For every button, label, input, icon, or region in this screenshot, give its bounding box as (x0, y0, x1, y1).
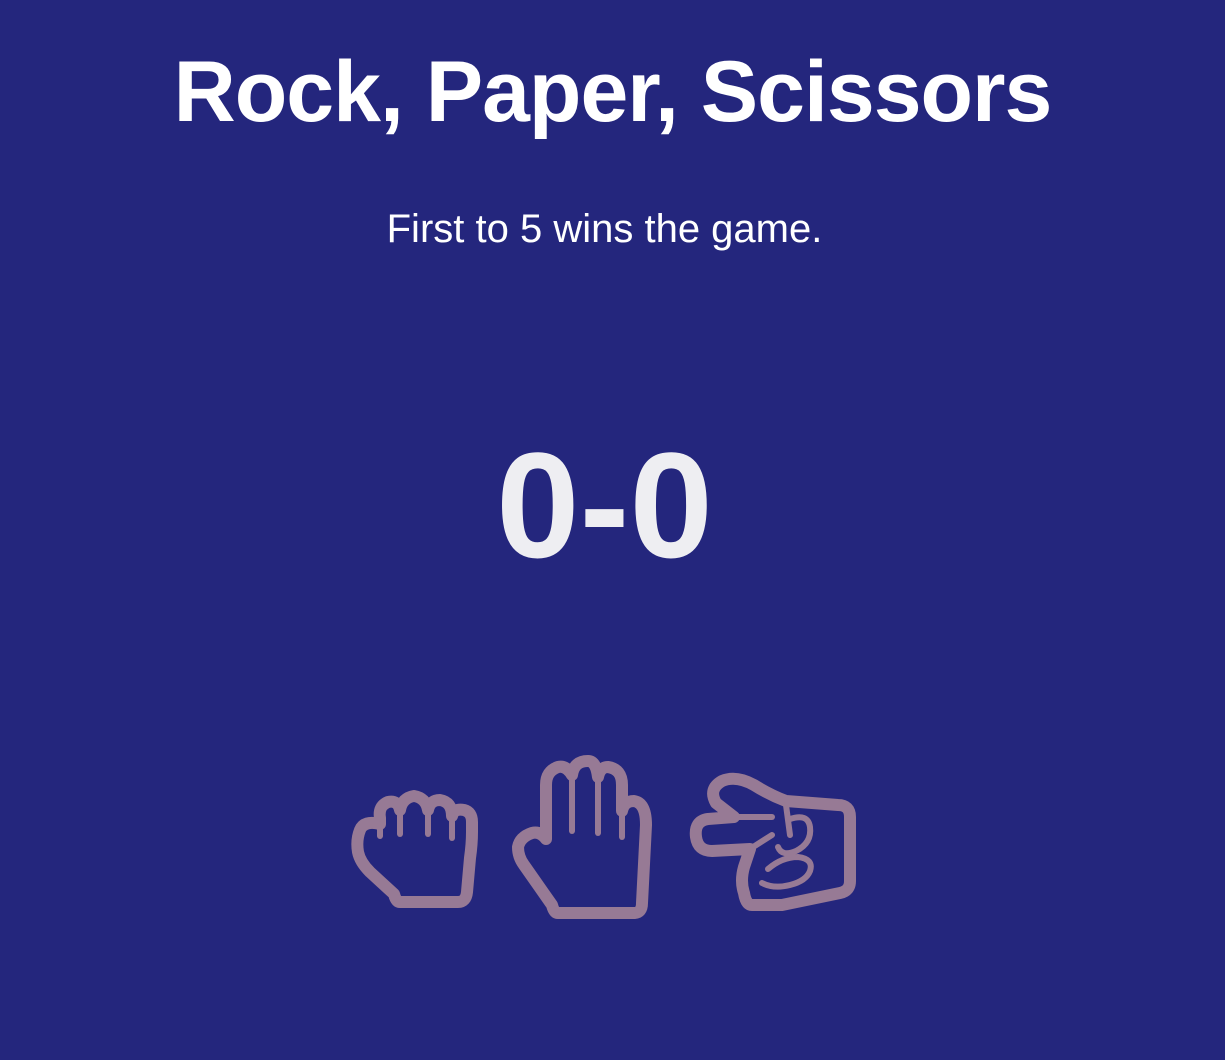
scissors-button[interactable] (689, 765, 865, 915)
choice-buttons (350, 755, 860, 925)
game-rules-subtitle: First to 5 wins the game. (386, 207, 823, 251)
score-display: 0-0 (496, 421, 713, 589)
paper-hand-icon (512, 755, 652, 919)
rock-button[interactable] (350, 780, 492, 910)
page-title: Rock, Paper, Scissors (173, 44, 1053, 140)
rock-hand-icon (351, 790, 478, 908)
paper-button[interactable] (510, 755, 660, 920)
scissors-hand-icon (689, 772, 856, 911)
